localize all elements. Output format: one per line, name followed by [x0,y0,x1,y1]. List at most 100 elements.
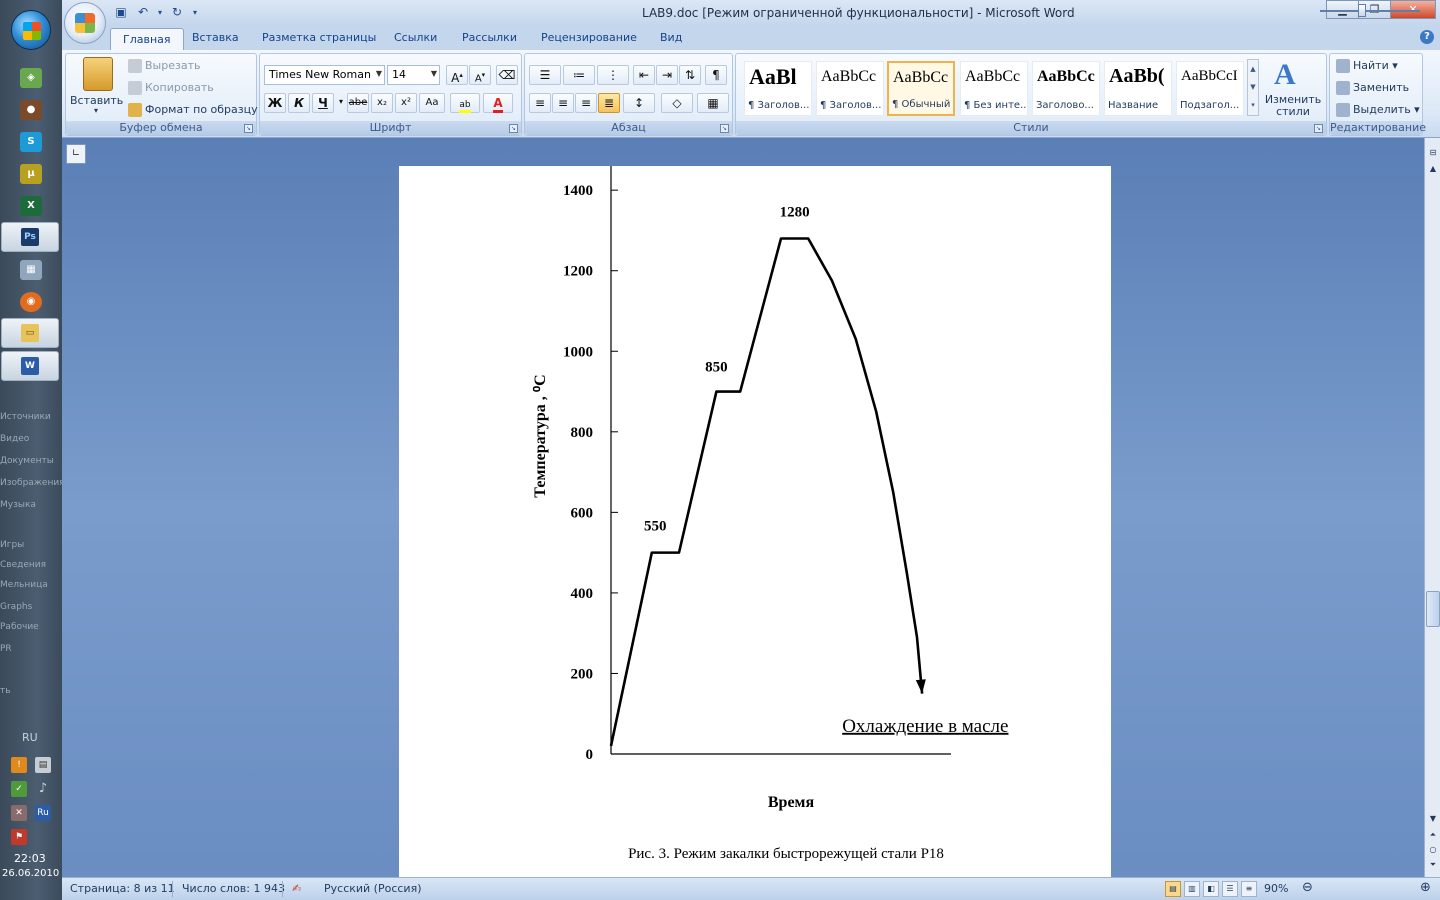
clipboard-launcher-icon[interactable]: ↘ [244,124,253,133]
style-title[interactable]: AaBb(Название [1104,61,1172,116]
strikethrough-button[interactable]: abe [347,93,369,113]
style-subtitle[interactable]: AaBbCcI Подзагол... [1176,61,1244,116]
subscript-button[interactable]: x₂ [371,93,393,113]
scroll-thumb[interactable] [1426,591,1440,627]
decrease-indent-icon[interactable]: ⇤ [633,65,655,85]
cut-button[interactable]: Вырезать [128,59,200,73]
tab-view[interactable]: Вид [660,31,682,44]
word-count[interactable]: Число слов: 1 943 [182,882,285,895]
zoom-level[interactable]: 90% [1264,882,1288,895]
style-no-spacing[interactable]: AaBbCc ¶ Без инте... [960,61,1028,116]
save-icon[interactable]: ▣ [112,4,130,21]
vertical-scrollbar[interactable]: ⊟ ▲ ▼ ⏶ ○ ⏷ [1424,138,1440,877]
keyboard-layout-icon[interactable]: Ru [35,805,51,821]
taskbar-word-button[interactable]: W [1,351,59,381]
find-button[interactable]: Найти ▾ [1336,59,1398,73]
page-count[interactable]: Страница: 8 из 11 [70,882,175,895]
next-page-icon[interactable]: ⏷ [1426,858,1440,872]
clock-time[interactable]: 22:03 [14,852,46,865]
web-layout-icon[interactable]: ◧ [1203,881,1219,897]
increase-indent-icon[interactable]: ⇥ [656,65,678,85]
outline-icon[interactable]: ☰ [1222,881,1238,897]
grow-font-button[interactable]: A▴ [446,65,468,85]
print-layout-icon[interactable]: ▤ [1165,881,1181,897]
tab-review[interactable]: Рецензирование [541,31,637,44]
taskbar-explorer-button[interactable]: ▭ [1,318,59,348]
media-icon[interactable]: ● [20,100,42,120]
volume-icon[interactable]: ♪ [35,781,51,797]
zoom-slider-track[interactable] [1320,10,1420,12]
tab-mailings[interactable]: Рассылки [462,31,517,44]
paragraph-launcher-icon[interactable]: ↘ [720,124,729,133]
clipboard-tray-icon[interactable]: ▤ [35,757,51,773]
format-painter-button[interactable]: Формат по образцу [128,103,258,117]
check-tray-icon[interactable]: ✓ [11,781,27,797]
language-status[interactable]: Русский (Россия) [324,882,422,895]
scroll-up-icon[interactable]: ▲ [1426,162,1440,176]
skype-icon[interactable]: S [20,132,42,152]
customize-qat-icon[interactable]: ▾ [190,4,200,21]
ruler-view-icon[interactable]: ⊟ [1426,146,1440,160]
ruler-toggle-button[interactable]: ∟ [66,144,86,164]
help-icon[interactable]: ? [1420,30,1434,44]
font-size-combo[interactable]: 14 ▼ [387,65,440,85]
justify-icon[interactable]: ≣ [598,93,620,113]
styles-scroll[interactable]: ▲ ▼ ▾ [1247,59,1259,116]
style-heading2[interactable]: AaBbCc ¶ Заголов... [816,61,884,116]
scroll-down-icon[interactable]: ▼ [1426,812,1440,826]
redo-icon[interactable]: ↻ [168,4,186,21]
superscript-button[interactable]: x² [395,93,417,113]
align-left-icon[interactable]: ≡ [529,93,551,113]
select-browse-object-icon[interactable]: ○ [1426,843,1440,857]
tab-references[interactable]: Ссылки [394,31,437,44]
replace-button[interactable]: Заменить [1336,81,1409,95]
styles-launcher-icon[interactable]: ↘ [1314,124,1323,133]
firefox-icon[interactable]: ◉ [20,292,42,312]
change-case-button[interactable]: Aa [419,93,445,113]
network-icon[interactable]: ◈ [20,68,42,88]
change-styles-icon[interactable]: A [1274,58,1296,92]
underline-dropdown-icon[interactable]: ▾ [336,93,346,113]
undo-icon[interactable]: ↶ [134,4,152,21]
show-marks-button[interactable]: ¶ [705,65,727,85]
paste-icon[interactable] [83,57,113,91]
underline-button[interactable]: Ч [312,93,334,113]
highlight-button[interactable]: ab [450,93,480,113]
font-color-button[interactable]: A [483,93,513,113]
proofing-icon[interactable]: ✍ [292,882,301,895]
draft-icon[interactable]: ≡ [1241,881,1257,897]
flag-alert-icon[interactable]: ⚑ [11,829,27,845]
network-off-icon[interactable]: ✕ [11,805,27,821]
document-page[interactable]: 0 200 400 600 800 1000 1200 1400 550 850 1280 Охла… [399,166,1111,877]
taskbar-photoshop-button[interactable]: Ps [1,222,59,252]
numbering-icon[interactable]: ≔ [563,65,595,85]
zoom-slider-thumb[interactable] [1358,4,1366,17]
office-button[interactable] [64,2,106,44]
bullets-icon[interactable]: ☰ [529,65,561,85]
change-styles-button[interactable]: Изменить стили [1263,94,1323,118]
style-heading1[interactable]: AaBl ¶ Заголов... [744,61,812,116]
start-button[interactable] [11,10,51,50]
font-launcher-icon[interactable]: ↘ [509,124,518,133]
excel-icon[interactable]: X [20,196,42,216]
multilevel-list-icon[interactable]: ⋮ [597,65,629,85]
align-right-icon[interactable]: ≡ [575,93,597,113]
undo-dropdown-icon[interactable]: ▾ [156,4,164,21]
paste-dropdown-icon[interactable]: ▾ [70,106,122,115]
calculator-icon[interactable]: ▦ [20,260,42,280]
zoom-out-icon[interactable]: ⊖ [1302,880,1313,895]
previous-page-icon[interactable]: ⏶ [1426,828,1440,842]
tab-page-layout[interactable]: Разметка страницы [262,31,376,44]
style-normal[interactable]: AaBbCc ¶ Обычный [887,61,955,116]
italic-button[interactable]: К [288,93,310,113]
shading-icon[interactable]: ◇ [661,93,693,113]
clock-date[interactable]: 26.06.2010 [2,868,59,879]
shrink-font-button[interactable]: A▾ [469,65,491,85]
language-indicator[interactable]: RU [22,731,38,744]
copy-button[interactable]: Копировать [128,81,214,95]
line-spacing-icon[interactable]: ↕ [623,93,655,113]
sort-icon[interactable]: ⇅ [679,65,701,85]
borders-icon[interactable]: ▦ [697,93,729,113]
font-name-combo[interactable]: Times New Roman ▼ [264,65,385,85]
clear-format-icon[interactable]: ⌫ [496,65,518,85]
